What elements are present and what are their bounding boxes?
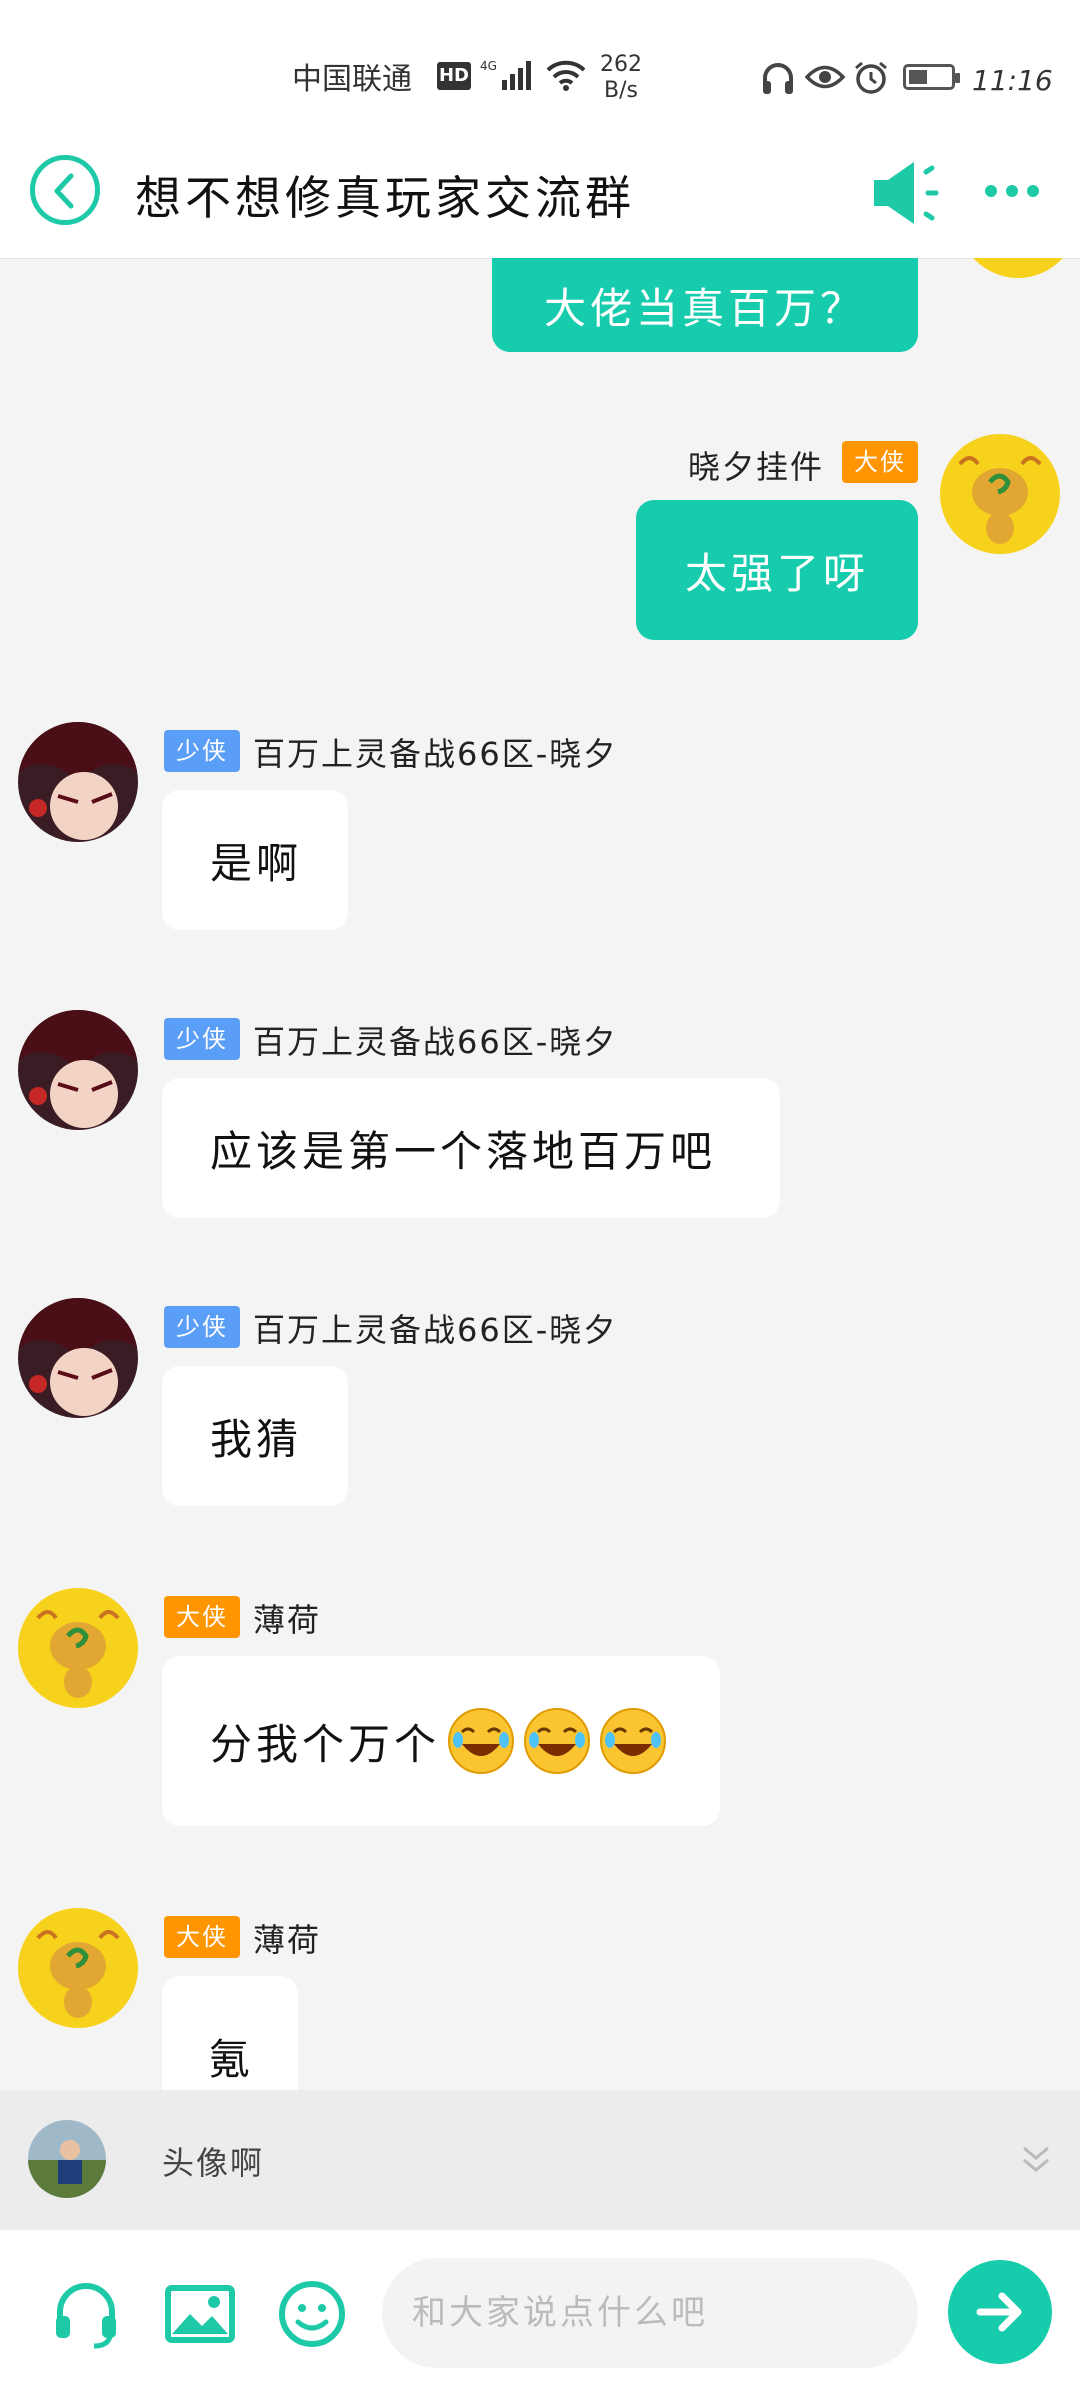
- headset-icon: [56, 2283, 116, 2349]
- more-button[interactable]: [985, 182, 1048, 201]
- avatar[interactable]: [18, 1298, 138, 1418]
- message-bubble[interactable]: 太强了呀: [636, 500, 918, 640]
- sender-name[interactable]: 百万上灵备战66区-晓夕: [253, 1305, 617, 1351]
- rank-badge: 少侠: [164, 1018, 240, 1060]
- eye-icon: [804, 62, 846, 96]
- message-bubble[interactable]: 大佬当真百万？: [492, 258, 918, 352]
- rank-badge: 少侠: [164, 1306, 240, 1348]
- carrier-label: 中国联通: [292, 62, 412, 97]
- speaker-button[interactable]: [870, 158, 950, 232]
- signal-icon: 4G: [480, 58, 536, 96]
- photo-avatar-icon: [28, 2120, 106, 2198]
- more-dots-icon: [985, 185, 997, 197]
- arrow-right-icon: [976, 2292, 1022, 2332]
- headset-status-icon: [760, 62, 796, 100]
- new-message-preview: 头像啊: [162, 2144, 265, 2182]
- anime-avatar-icon: [18, 1010, 138, 1130]
- avatar[interactable]: [18, 1908, 138, 2028]
- avatar[interactable]: [940, 434, 1060, 554]
- avatar: [28, 2120, 106, 2198]
- sender-name[interactable]: 晓夕挂件: [688, 442, 824, 488]
- new-message-bar[interactable]: 头像啊: [0, 2090, 1080, 2230]
- anime-avatar-icon: [18, 722, 138, 842]
- back-button[interactable]: [30, 155, 100, 225]
- status-bar: 中国联通 HD 4G 262 B/s 11:16: [0, 0, 1080, 130]
- clock: 11:16: [972, 64, 1053, 97]
- chat-header: 想不想修真玩家交流群: [0, 130, 1080, 259]
- input-bar: 和大家说点什么吧: [0, 2230, 1080, 2400]
- sender-name[interactable]: 薄荷: [253, 1915, 321, 1961]
- network-label: 4G: [480, 59, 497, 73]
- rank-badge: 大侠: [164, 1596, 240, 1638]
- deer-avatar-icon: [958, 258, 1078, 278]
- wifi-icon: [545, 60, 587, 96]
- emoji-icon: [279, 2281, 345, 2347]
- battery-fill: [909, 70, 927, 84]
- rank-badge: 大侠: [164, 1916, 240, 1958]
- image-icon: [165, 2285, 235, 2343]
- laughing-tears-emoji: [524, 1708, 591, 1774]
- laughing-tears-emoji: [448, 1708, 515, 1774]
- deer-avatar-icon: [18, 1588, 138, 1708]
- message-bubble[interactable]: 氪: [162, 1976, 298, 2090]
- anime-avatar-icon: [18, 1298, 138, 1418]
- sender-name[interactable]: 百万上灵备战66区-晓夕: [253, 1017, 617, 1063]
- more-dots-icon: [1006, 185, 1018, 197]
- avatar[interactable]: [18, 1010, 138, 1130]
- net-speed-unit: B/s: [604, 78, 638, 103]
- message-text: 分我个万个: [210, 1719, 441, 1769]
- rank-badge: 少侠: [164, 730, 240, 772]
- sender-name[interactable]: 薄荷: [253, 1595, 321, 1641]
- send-button[interactable]: [948, 2260, 1052, 2364]
- battery-icon: [903, 64, 960, 90]
- alarm-icon: [853, 60, 889, 100]
- emoji-button[interactable]: [276, 2278, 348, 2354]
- chevron-left-icon: [54, 173, 74, 209]
- sender-name[interactable]: 百万上灵备战66区-晓夕: [253, 729, 617, 775]
- message-bubble[interactable]: 我猜: [162, 1366, 348, 1506]
- hd-icon: HD: [437, 62, 471, 90]
- message-list[interactable]: 大佬当真百万？ 大侠 晓夕挂件 太强了呀 少侠 百万上灵备战66区-晓夕 是啊: [0, 258, 1080, 2090]
- message-input[interactable]: 和大家说点什么吧: [382, 2258, 918, 2368]
- voice-button[interactable]: [50, 2278, 122, 2354]
- more-dots-icon: [1027, 185, 1039, 197]
- group-title: 想不想修真玩家交流群: [135, 171, 635, 225]
- rank-badge: 大侠: [842, 441, 918, 483]
- net-speed-value: 262: [600, 52, 642, 77]
- deer-avatar-icon: [18, 1908, 138, 2028]
- deer-avatar-icon: [940, 434, 1060, 554]
- avatar[interactable]: [18, 722, 138, 842]
- image-button[interactable]: [164, 2278, 236, 2354]
- avatar[interactable]: [18, 1588, 138, 1708]
- avatar[interactable]: [958, 258, 1078, 278]
- message-bubble[interactable]: 分我个万个: [162, 1656, 720, 1826]
- net-speed: 262 B/s: [600, 52, 642, 104]
- collapse-button[interactable]: [1018, 2142, 1054, 2182]
- laughing-tears-emoji: [600, 1708, 667, 1774]
- message-bubble[interactable]: 应该是第一个落地百万吧: [162, 1078, 780, 1218]
- message-bubble[interactable]: 是啊: [162, 790, 348, 930]
- double-chevron-down-icon: [1023, 2146, 1049, 2172]
- speaker-icon: [874, 162, 939, 224]
